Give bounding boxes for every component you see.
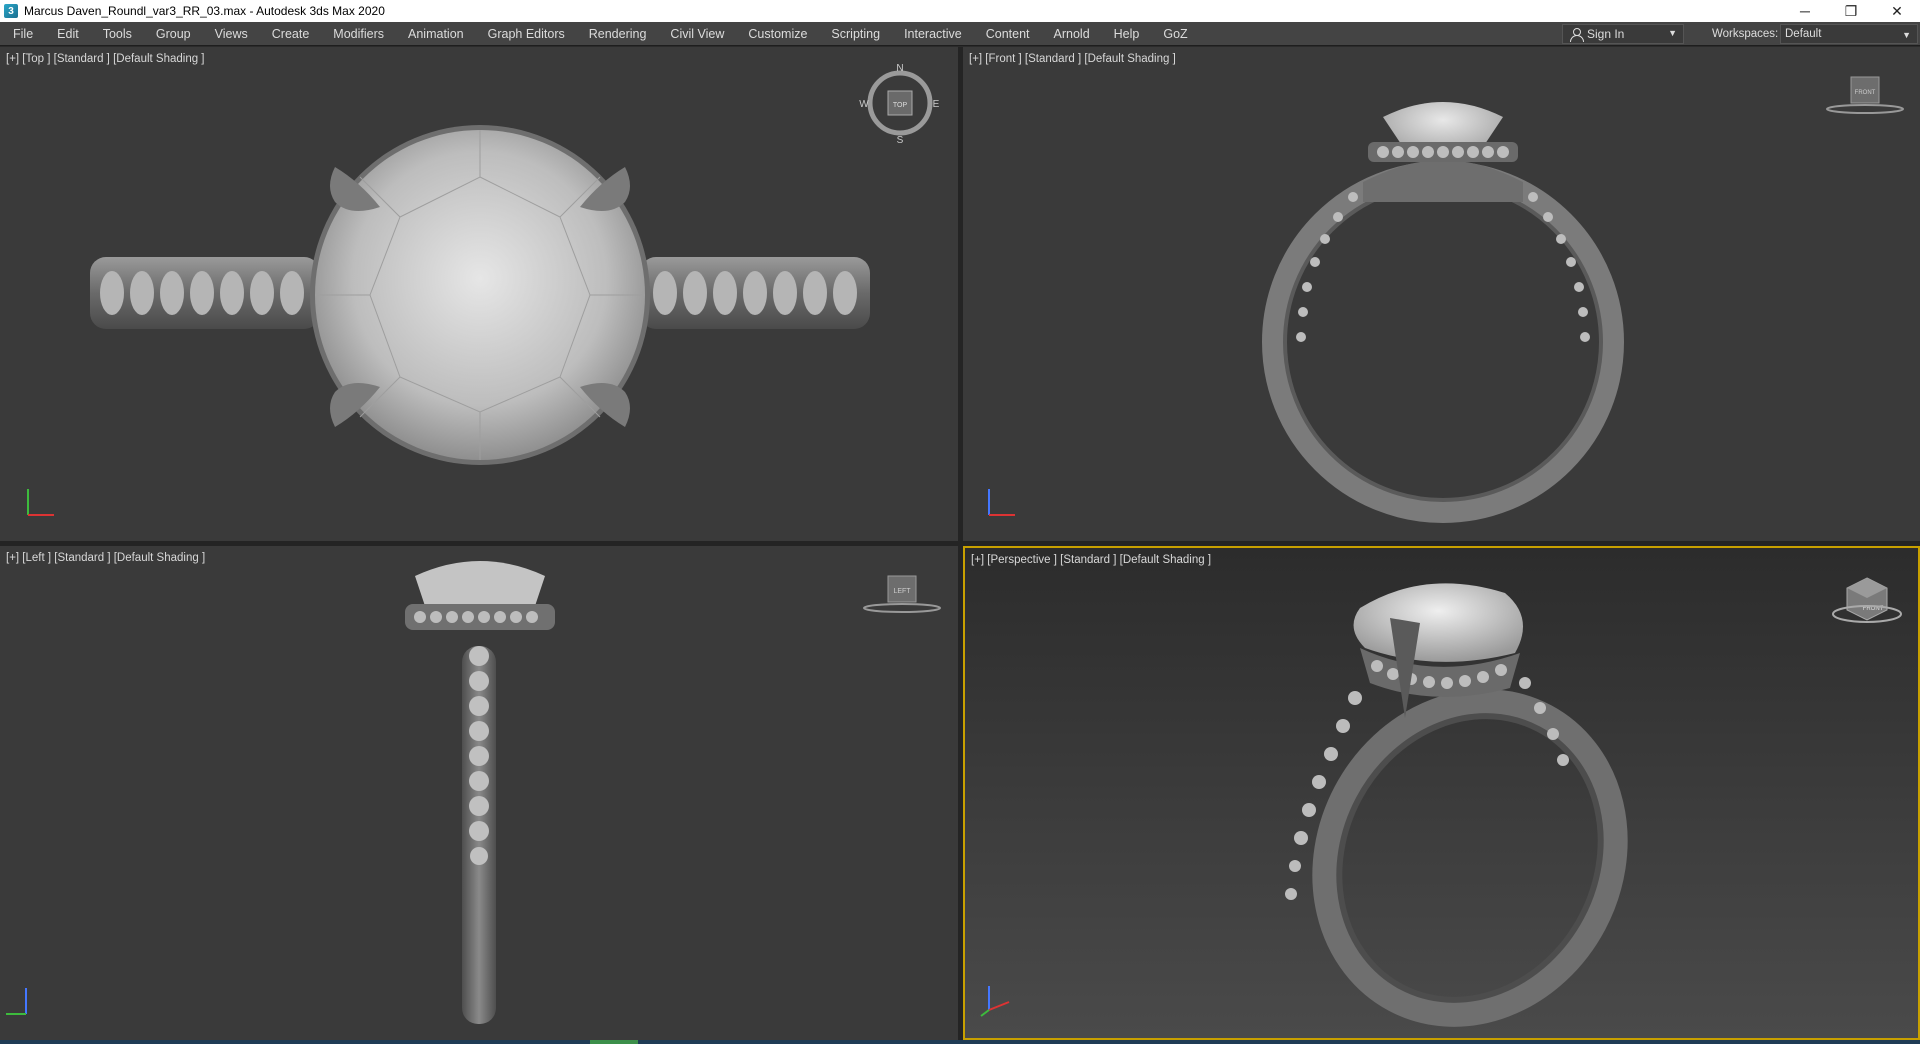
- minimize-button[interactable]: ─: [1782, 0, 1828, 22]
- band-perspective: [1312, 689, 1628, 1027]
- workspaces-value: Default: [1785, 28, 1822, 40]
- sign-in-label: Sign In: [1587, 27, 1625, 41]
- compass-w: W: [859, 99, 869, 110]
- halo-stones-front: [1377, 146, 1509, 158]
- workspaces-label: Workspaces:: [1712, 28, 1779, 40]
- menu-interactive[interactable]: Interactive: [892, 22, 974, 46]
- menu-group[interactable]: Group: [144, 22, 203, 46]
- menu-animation[interactable]: Animation: [396, 22, 476, 46]
- menu-arnold[interactable]: Arnold: [1042, 22, 1102, 46]
- ring-left-view: [405, 561, 555, 1024]
- compass-s: S: [897, 135, 904, 145]
- chevron-down-icon: ▼: [1668, 28, 1677, 38]
- viewport-front[interactable]: [+] [Front ] [Standard ] [Default Shadin…: [963, 47, 1920, 541]
- viewcube-left[interactable]: LEFT: [860, 568, 944, 628]
- viewport-perspective[interactable]: [+] [Perspective ] [Standard ] [Default …: [963, 546, 1920, 1040]
- window-title: Marcus Daven_Roundl_var3_RR_03.max - Aut…: [24, 4, 385, 18]
- menu-rendering[interactable]: Rendering: [577, 22, 659, 46]
- workspaces-select[interactable]: Default ▼: [1780, 24, 1918, 44]
- menu-create[interactable]: Create: [260, 22, 322, 46]
- axis-tripod-icon: [988, 489, 1015, 516]
- menu-views[interactable]: Views: [203, 22, 260, 46]
- menu-help[interactable]: Help: [1102, 22, 1152, 46]
- ring-front-view: [1262, 102, 1624, 523]
- app-window: 3 Marcus Daven_Roundl_var3_RR_03.max - A…: [0, 0, 1920, 1044]
- menu-edit[interactable]: Edit: [45, 22, 91, 46]
- close-icon: ✕: [1891, 2, 1903, 19]
- person-icon: [1569, 27, 1584, 42]
- center-diamond-perspective: [1353, 583, 1523, 662]
- menu-civil-view[interactable]: Civil View: [658, 22, 736, 46]
- viewcube-front-label: FRONT: [1855, 90, 1876, 96]
- menu-content[interactable]: Content: [974, 22, 1042, 46]
- viewcube-perspective[interactable]: FRONT: [1825, 570, 1909, 640]
- menu-customize[interactable]: Customize: [736, 22, 819, 46]
- 3dsmax-app-icon: 3: [4, 4, 18, 18]
- center-diamond-side: [415, 561, 545, 606]
- minimize-icon: ─: [1800, 3, 1810, 19]
- close-button[interactable]: ✕: [1874, 0, 1920, 22]
- menu-scripting[interactable]: Scripting: [819, 22, 892, 46]
- compass-n: N: [896, 63, 903, 74]
- restore-icon: ❐: [1844, 2, 1858, 19]
- viewport-left[interactable]: [+] [Left ] [Standard ] [Default Shading…: [0, 546, 958, 1040]
- viewport-top[interactable]: [+] [Top ] [Standard ] [Default Shading …: [0, 47, 958, 541]
- axis-tripod-icon: [6, 988, 27, 1015]
- chevron-down-icon: ▼: [1902, 30, 1911, 40]
- compass-e: E: [933, 99, 940, 110]
- viewcube-compass[interactable]: TOP N E S W: [858, 61, 942, 145]
- axis-tripod-icon: [27, 489, 54, 516]
- status-strip: [0, 1040, 1920, 1044]
- viewcube-top-label: TOP: [893, 102, 908, 109]
- axis-tripod-icon: [980, 986, 1010, 1017]
- sign-in-dropdown[interactable]: Sign In ▼: [1562, 24, 1684, 44]
- shank-stones-side: [469, 646, 489, 865]
- menu-goz[interactable]: GoZ: [1151, 22, 1199, 46]
- ring-top-view: [90, 125, 870, 465]
- band-front: [1262, 161, 1624, 523]
- gallery: [1363, 161, 1523, 202]
- menu-tools[interactable]: Tools: [91, 22, 144, 46]
- viewport-divider-horizontal[interactable]: [0, 541, 1920, 546]
- menu-modifiers[interactable]: Modifiers: [321, 22, 396, 46]
- shank-stones-front: [1296, 192, 1590, 342]
- time-slider-marker[interactable]: [590, 1040, 638, 1044]
- viewcube-front[interactable]: FRONT: [1823, 69, 1907, 129]
- title-bar: 3 Marcus Daven_Roundl_var3_RR_03.max - A…: [0, 0, 1920, 22]
- ring-perspective-view: [1285, 583, 1628, 1027]
- restore-button[interactable]: ❐: [1828, 0, 1874, 22]
- viewcube-left-label: LEFT: [893, 588, 911, 595]
- menu-graph-editors[interactable]: Graph Editors: [476, 22, 577, 46]
- menu-file[interactable]: File: [0, 22, 45, 46]
